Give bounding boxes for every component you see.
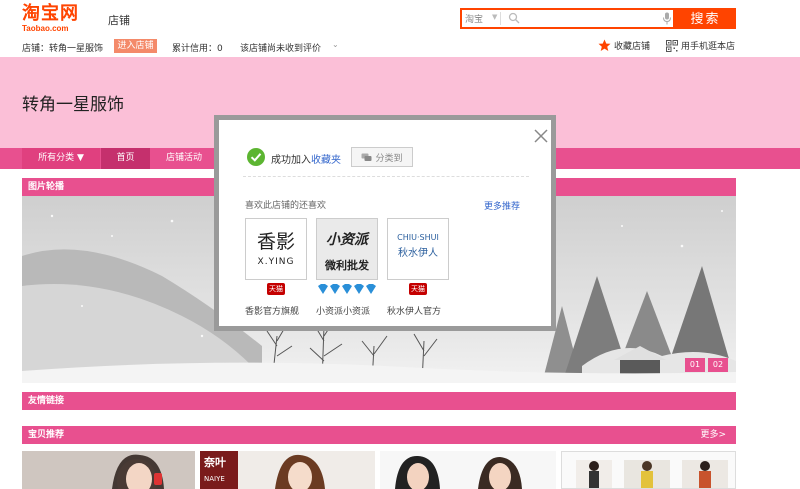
taobao-logo[interactable]: 淘宝网 Taobao.com [22, 4, 90, 34]
nav-all-categories[interactable]: 所有分类 ▼ [22, 148, 100, 169]
nav-shop-events[interactable]: 店铺活动 [155, 148, 213, 169]
search-button[interactable]: 搜索 [675, 8, 736, 29]
star-icon [598, 39, 611, 51]
product-image [22, 451, 195, 489]
recommended-shop-logo[interactable]: 小资派 微利批发 [316, 218, 378, 280]
nav-home[interactable]: 首页 [101, 148, 150, 169]
tmall-badge: 天猫 [409, 283, 427, 295]
shop-info-bar: 店铺：转角一星服饰 进入店铺 累计信用：0 该店铺尚未收到评价 ⌄ 收藏店铺 用… [0, 37, 800, 57]
diamond-rating [316, 283, 378, 295]
slide-dot-1[interactable]: 01 [685, 358, 705, 372]
chat-bubble-icon [361, 153, 372, 161]
recommended-shop-name[interactable]: 秋水伊人官方 [387, 304, 441, 317]
favorite-dialog: 成功加入收藏夹 分类到 喜欢此店铺的还喜欢 更多推荐 香影 X.YING 天猫 … [214, 115, 556, 331]
slideshow-title: 图片轮播 [28, 182, 65, 192]
close-icon[interactable] [534, 129, 548, 143]
tmall-badge: 天猫 [267, 283, 285, 295]
shop-logo-subtext: 微利批发 [325, 259, 369, 272]
recommended-header: 宝贝推荐 更多> [22, 426, 736, 444]
logo-subtext: Taobao.com [22, 24, 69, 33]
chevron-down-icon: ▼ [492, 13, 498, 21]
diamond-icon [318, 284, 376, 294]
shop-logo-subtext: X.YING [257, 257, 295, 267]
search-box: 淘宝 ▼ [460, 8, 675, 29]
favorite-shop-button[interactable]: 收藏店铺 [598, 39, 650, 52]
product-card[interactable] [22, 451, 195, 489]
product-card[interactable] [380, 451, 556, 489]
friend-links-title: 友情链接 [28, 396, 65, 406]
microphone-icon[interactable] [662, 12, 672, 25]
divider [243, 176, 529, 177]
shop-logo-text: 小资派 [326, 232, 368, 248]
enter-shop-button[interactable]: 进入店铺 [114, 39, 157, 53]
mobile-shop-label: 用手机逛本店 [681, 42, 736, 52]
slide-dot-2[interactable]: 02 [708, 358, 728, 372]
product-image [562, 452, 735, 488]
recommended-shop-logo[interactable]: CHIU·SHUI 秋水伊人 [387, 218, 449, 280]
product-card[interactable]: 奈叶 NAIYE [200, 451, 375, 489]
shop-title: 转角一星服饰 [22, 95, 124, 115]
recommended-title: 宝贝推荐 [28, 430, 65, 440]
search-divider [500, 12, 501, 25]
favorite-dialog-body: 成功加入收藏夹 分类到 喜欢此店铺的还喜欢 更多推荐 香影 X.YING 天猫 … [219, 120, 551, 326]
recommended-shop-name[interactable]: 香影官方旗舰 [245, 304, 299, 317]
top-header: 淘宝网 Taobao.com 店铺 淘宝 ▼ 搜索 [0, 0, 800, 37]
product-card[interactable] [561, 451, 736, 489]
product-image [200, 451, 375, 489]
chevron-down-icon[interactable]: ⌄ [332, 40, 339, 49]
shop-logo-text: 香影 [256, 231, 295, 253]
search-scope-select[interactable]: 淘宝 [465, 12, 483, 25]
more-recommend-link[interactable]: 更多推荐 [484, 199, 520, 212]
search-input[interactable] [524, 11, 654, 26]
friend-links-header: 友情链接 [22, 392, 736, 410]
favorite-shop-label: 收藏店铺 [614, 42, 651, 52]
more-link[interactable]: 更多> [700, 426, 726, 444]
success-message: 成功加入收藏夹 [271, 151, 341, 166]
shop-logo-text: CHIU·SHUI [397, 233, 439, 242]
shop-logo-subtext: 秋水伊人 [398, 248, 438, 259]
shop-name-label: 店铺：转角一星服饰 [22, 44, 104, 54]
mobile-shop-button[interactable]: 用手机逛本店 [666, 39, 735, 52]
brand-text: 奈叶 [204, 456, 226, 469]
logo-text: 淘宝网 [22, 3, 79, 24]
check-circle-icon [247, 148, 265, 166]
shop-label: 店铺 [108, 14, 130, 27]
product-image [380, 451, 556, 489]
brand-subtext: NAIYE [204, 475, 225, 483]
credit-label: 累计信用：0 [172, 44, 223, 54]
recommended-shop-logo[interactable]: 香影 X.YING [245, 218, 307, 280]
qrcode-icon [666, 39, 678, 52]
tmall-badge-label: 天猫 [409, 283, 427, 295]
favorites-link[interactable]: 收藏夹 [311, 155, 341, 166]
tmall-badge-label: 天猫 [267, 283, 285, 295]
classify-label: 分类到 [375, 153, 403, 164]
search-icon [508, 12, 520, 24]
review-label: 该店铺尚未收到评价 [240, 44, 322, 54]
recommended-shop-name[interactable]: 小资派小资派 [316, 304, 370, 317]
recommend-label: 喜欢此店铺的还喜欢 [245, 201, 327, 211]
success-prefix: 成功加入 [271, 155, 311, 166]
classify-button[interactable]: 分类到 [351, 147, 413, 167]
